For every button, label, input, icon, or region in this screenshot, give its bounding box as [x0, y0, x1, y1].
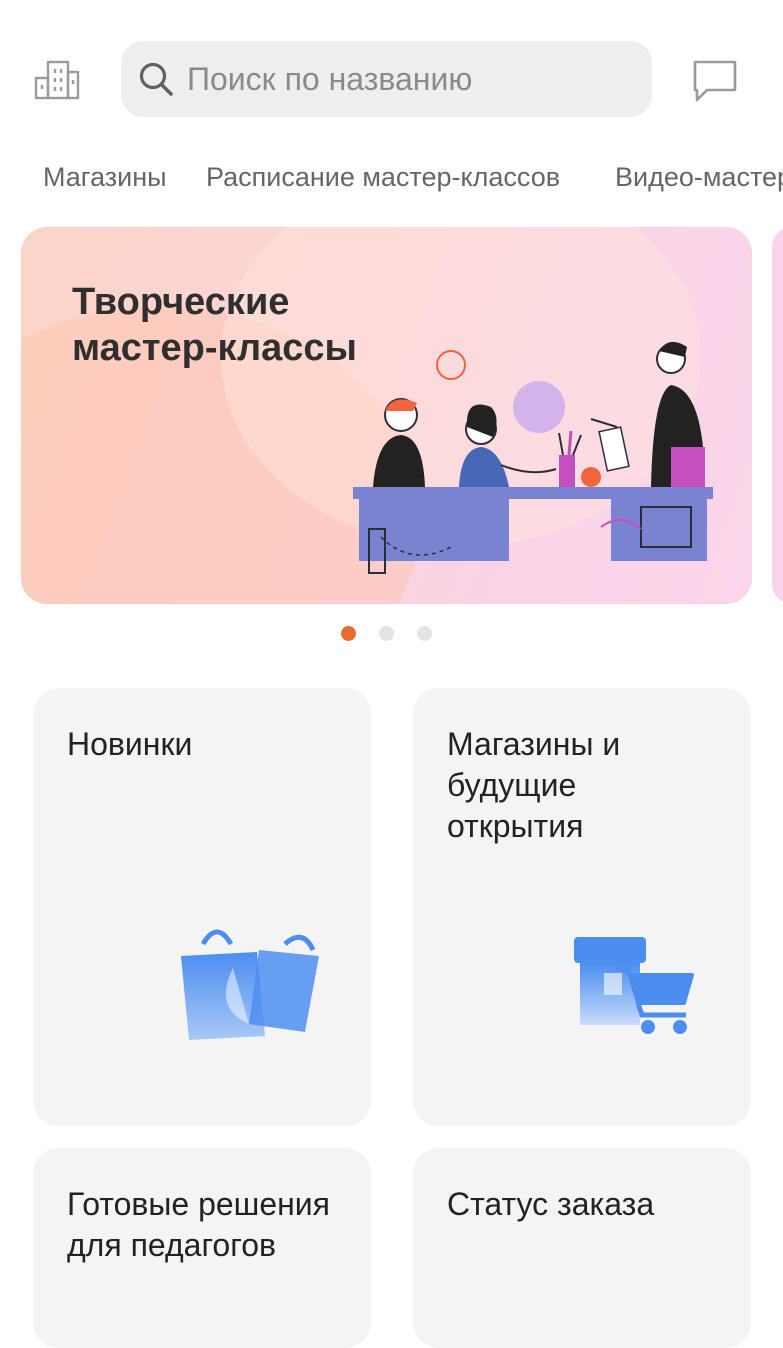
chat-icon[interactable] [691, 56, 739, 104]
carousel-dot-active[interactable] [341, 626, 356, 641]
card-stores-openings[interactable]: Магазины и будущие открытия [413, 688, 751, 1126]
shopping-bags-icon [181, 929, 319, 1040]
card-new-arrivals[interactable]: Новинки [33, 688, 371, 1126]
next-banner-peek[interactable] [772, 227, 783, 604]
store-cart-icon [574, 937, 694, 1034]
carousel-dot[interactable] [417, 626, 432, 641]
search-input[interactable] [185, 59, 629, 99]
carousel-dot[interactable] [379, 626, 394, 641]
tab-masterclass-schedule[interactable]: Расписание мастер-классов [206, 162, 560, 193]
tab-stores[interactable]: Магазины [43, 162, 167, 193]
top-bar [0, 0, 783, 140]
card-title: Готовые решения для педагогов [67, 1186, 330, 1263]
card-title: Статус заказа [447, 1186, 655, 1222]
city-building-icon[interactable] [33, 58, 81, 100]
card-order-status[interactable]: Статус заказа [413, 1148, 751, 1348]
promo-banner[interactable]: Творческие мастер-классы [21, 227, 752, 604]
search-icon [139, 62, 173, 96]
tab-video-masterclasses[interactable]: Видео-мастер-классы [615, 162, 783, 193]
carousel-indicator [341, 626, 432, 641]
people-crafting-illustration [353, 341, 713, 574]
card-title: Новинки [67, 726, 193, 762]
card-title: Магазины и будущие открытия [447, 726, 621, 844]
card-teacher-solutions[interactable]: Готовые решения для педагогов [33, 1148, 371, 1348]
category-tabs: Магазины Расписание мастер-классов Видео… [0, 150, 783, 210]
search-bar[interactable] [121, 41, 652, 117]
